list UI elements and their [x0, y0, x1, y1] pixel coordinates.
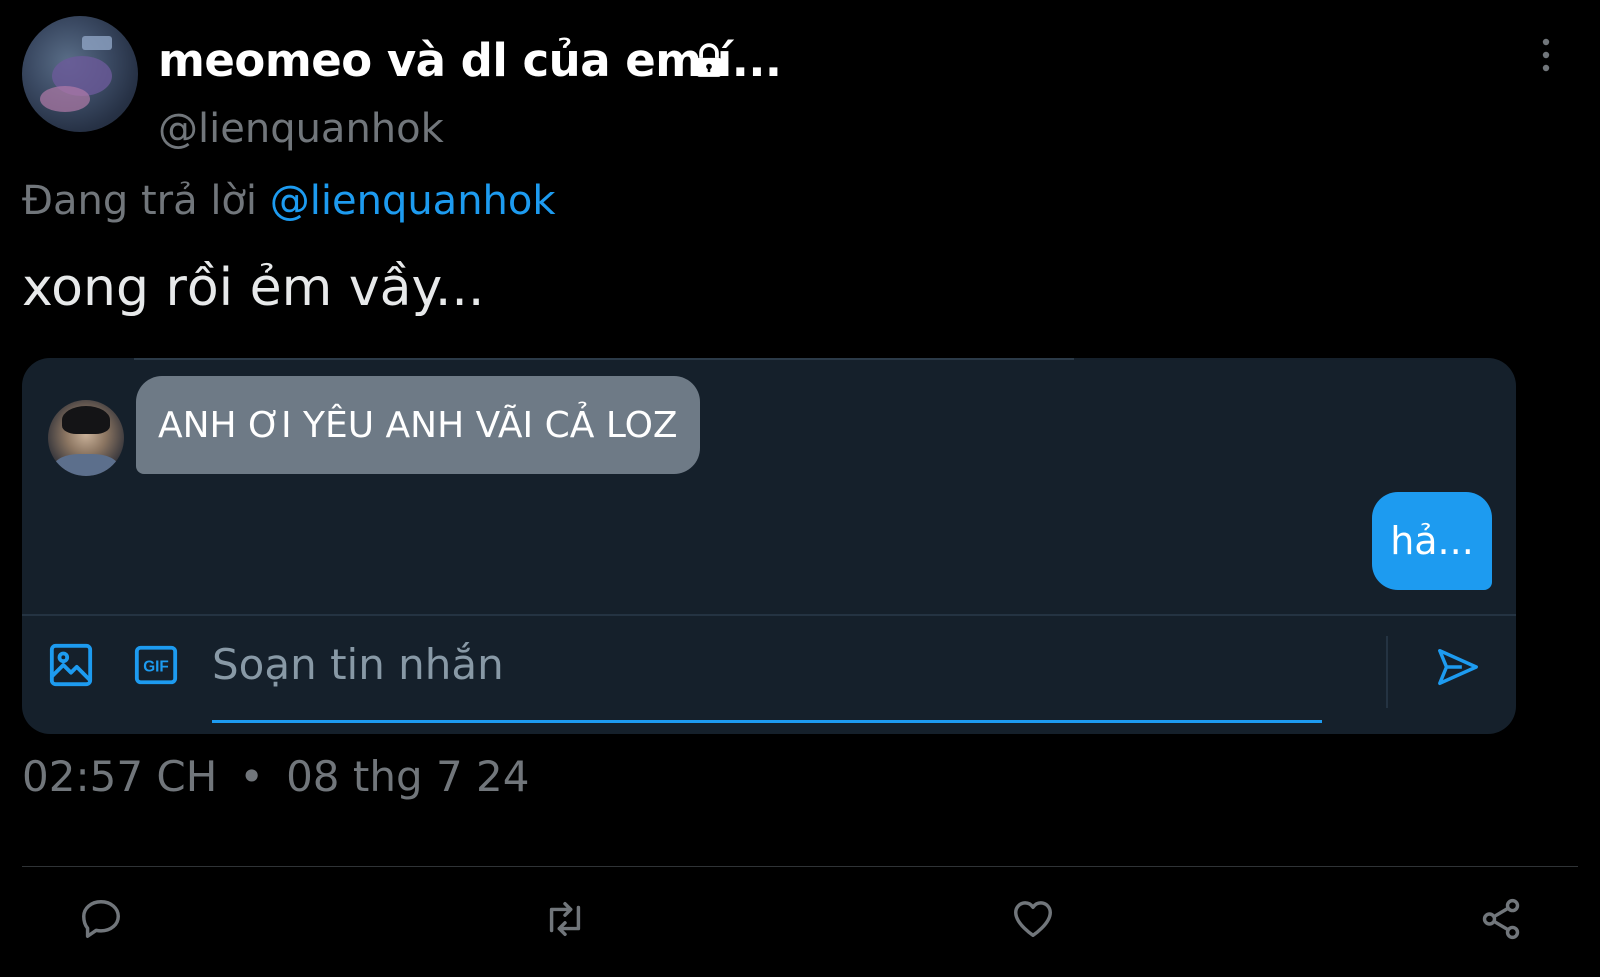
tweet-detail: meomeo và dl của em í... @lienquanhok Đa…: [0, 0, 1600, 977]
tweet-timestamp[interactable]: 02:57 CH • 08 thg 7 24: [22, 752, 530, 801]
share-icon[interactable]: [1478, 896, 1524, 942]
embedded-dm-screenshot[interactable]: ANH ƠI YÊU ANH VÃI CẢ LOZ hả... GIF Soạn…: [22, 358, 1516, 734]
composer-divider: [22, 614, 1516, 616]
outgoing-message-bubble: hả...: [1372, 492, 1492, 590]
lock-icon: [696, 43, 722, 77]
tweet-date: 08 thg 7 24: [286, 752, 530, 801]
retweet-icon[interactable]: [542, 896, 588, 942]
author-avatar[interactable]: [22, 16, 138, 132]
send-icon: [1438, 648, 1478, 686]
tweet-text: xong rồi ẻm vầy...: [22, 258, 485, 318]
image-icon: [49, 643, 93, 687]
author-display-name[interactable]: meomeo và dl của em í...: [158, 34, 782, 87]
dm-top-divider: [134, 358, 1074, 360]
more-vertical-icon[interactable]: [1538, 36, 1554, 74]
send-separator: [1386, 636, 1388, 708]
heart-icon[interactable]: [1010, 896, 1056, 942]
svg-text:GIF: GIF: [143, 659, 169, 676]
dm-contact-avatar: [48, 400, 124, 476]
replying-prefix: Đang trả lời: [22, 178, 258, 224]
tweet-time: 02:57 CH: [22, 752, 218, 801]
replying-to-line: Đang trả lời @lienquanhok: [22, 178, 556, 224]
incoming-message-bubble: ANH ƠI YÊU ANH VÃI CẢ LOZ: [136, 376, 700, 474]
message-compose-input: Soạn tin nhắn: [212, 640, 504, 689]
author-handle[interactable]: @lienquanhok: [158, 106, 444, 152]
compose-input-underline: [212, 720, 1322, 723]
reply-icon[interactable]: [78, 896, 124, 942]
gif-icon: GIF: [134, 645, 178, 685]
action-bar-divider: [22, 866, 1578, 867]
replying-mention-link[interactable]: @lienquanhok: [270, 178, 556, 224]
timestamp-separator: •: [239, 752, 265, 801]
